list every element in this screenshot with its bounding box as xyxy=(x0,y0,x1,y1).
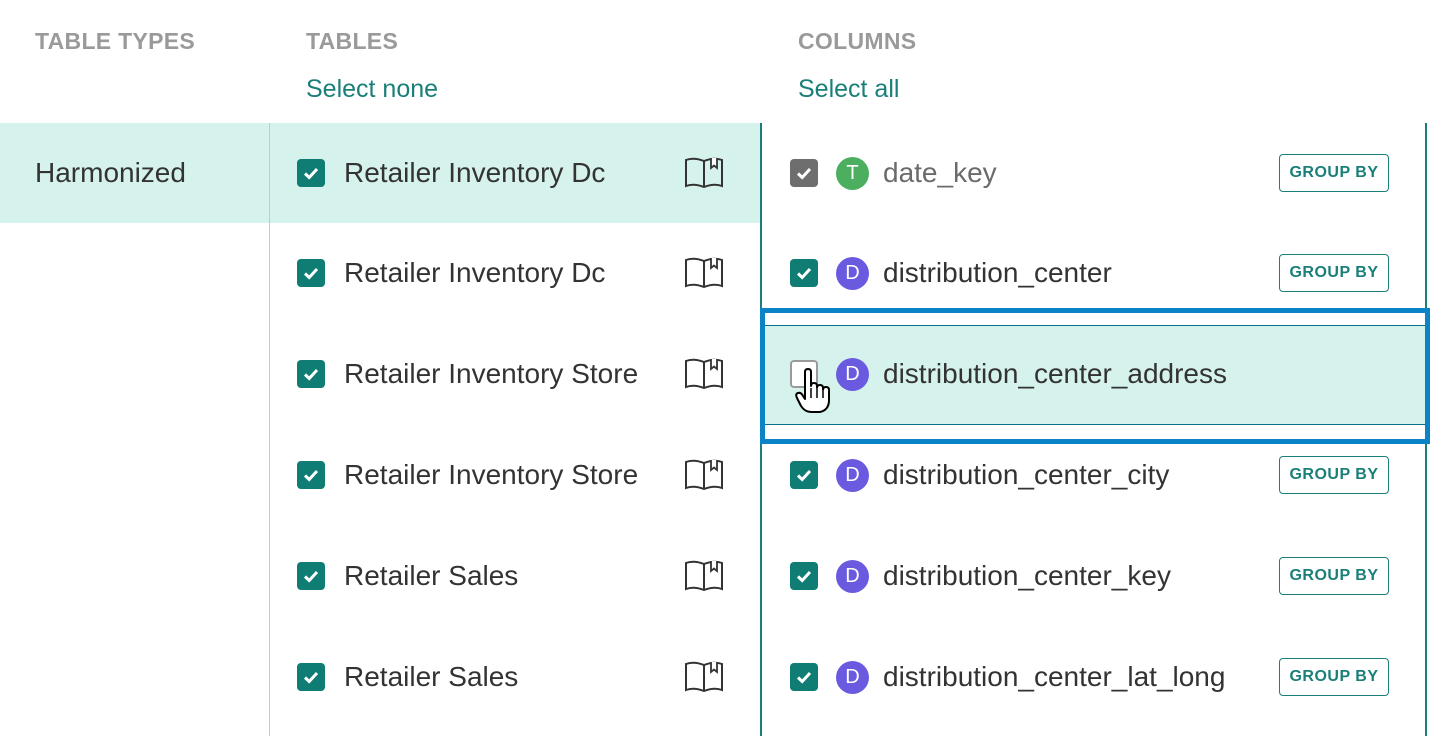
table-row[interactable]: Retailer Inventory Store xyxy=(270,324,760,424)
type-badge: T xyxy=(836,156,869,190)
book-icon[interactable] xyxy=(684,660,724,694)
column-name: distribution_center_lat_long xyxy=(883,661,1226,692)
table-row[interactable]: Retailer Inventory Store xyxy=(270,425,760,525)
divider xyxy=(1425,123,1427,736)
column-name: distribution_center_key xyxy=(883,560,1171,591)
table-checkbox[interactable] xyxy=(297,360,325,388)
group-by-button[interactable]: GROUP BY xyxy=(1279,154,1389,192)
table-type-label: Harmonized xyxy=(35,157,186,188)
column-name: distribution_center_city xyxy=(883,459,1170,490)
table-label: Retailer Sales xyxy=(344,560,519,591)
table-checkbox[interactable] xyxy=(297,461,325,489)
table-checkbox[interactable] xyxy=(297,562,325,590)
book-icon[interactable] xyxy=(684,559,724,593)
column-row[interactable]: D distribution_center_city GROUP BY xyxy=(762,425,1425,525)
group-by-button[interactable]: GROUP BY xyxy=(1279,658,1389,696)
table-label: Retailer Inventory Dc xyxy=(344,157,606,188)
column-checkbox[interactable] xyxy=(790,159,818,187)
column-checkbox[interactable] xyxy=(790,562,818,590)
group-by-button[interactable]: GROUP BY xyxy=(1279,557,1389,595)
table-label: Retailer Inventory Dc xyxy=(344,257,606,288)
column-checkbox[interactable] xyxy=(790,461,818,489)
column-row[interactable]: D distribution_center GROUP BY xyxy=(762,223,1425,323)
type-badge: D xyxy=(836,559,869,593)
group-by-button[interactable]: GROUP BY xyxy=(1279,254,1389,292)
column-row[interactable]: T date_key GROUP BY xyxy=(762,123,1425,223)
columns-header: COLUMNS xyxy=(798,28,917,54)
column-row[interactable]: D distribution_center_key GROUP BY xyxy=(762,526,1425,626)
select-all-link[interactable]: Select all xyxy=(798,75,899,104)
type-badge: D xyxy=(836,458,869,492)
column-name: distribution_center_address xyxy=(883,358,1227,389)
type-badge: D xyxy=(836,660,869,694)
column-row[interactable]: D distribution_center_address xyxy=(762,324,1425,424)
book-icon[interactable] xyxy=(684,256,724,290)
hand-pointer-icon xyxy=(795,368,830,413)
table-row[interactable]: Retailer Sales xyxy=(270,526,760,626)
group-by-button[interactable]: GROUP BY xyxy=(1279,456,1389,494)
column-checkbox[interactable] xyxy=(790,259,818,287)
table-checkbox[interactable] xyxy=(297,259,325,287)
column-row[interactable]: D distribution_center_lat_long GROUP BY xyxy=(762,627,1425,727)
column-checkbox[interactable] xyxy=(790,663,818,691)
table-row[interactable]: Retailer Sales xyxy=(270,627,760,727)
book-icon[interactable] xyxy=(684,458,724,492)
table-types-header: TABLE TYPES xyxy=(35,28,196,54)
table-label: Retailer Sales xyxy=(344,661,519,692)
table-label: Retailer Inventory Store xyxy=(344,459,639,490)
table-checkbox[interactable] xyxy=(297,663,325,691)
table-row[interactable]: Retailer Inventory Dc xyxy=(270,123,760,223)
book-icon[interactable] xyxy=(684,156,724,190)
column-name: distribution_center xyxy=(883,257,1112,288)
table-label: Retailer Inventory Store xyxy=(344,358,639,389)
table-type-harmonized[interactable]: Harmonized xyxy=(0,123,269,223)
table-checkbox[interactable] xyxy=(297,159,325,187)
type-badge: D xyxy=(836,256,869,290)
tables-header: TABLES xyxy=(306,28,399,54)
book-icon[interactable] xyxy=(684,357,724,391)
table-row[interactable]: Retailer Inventory Dc xyxy=(270,223,760,323)
type-badge: D xyxy=(836,357,869,391)
select-none-link[interactable]: Select none xyxy=(306,75,438,104)
column-name: date_key xyxy=(883,157,997,188)
